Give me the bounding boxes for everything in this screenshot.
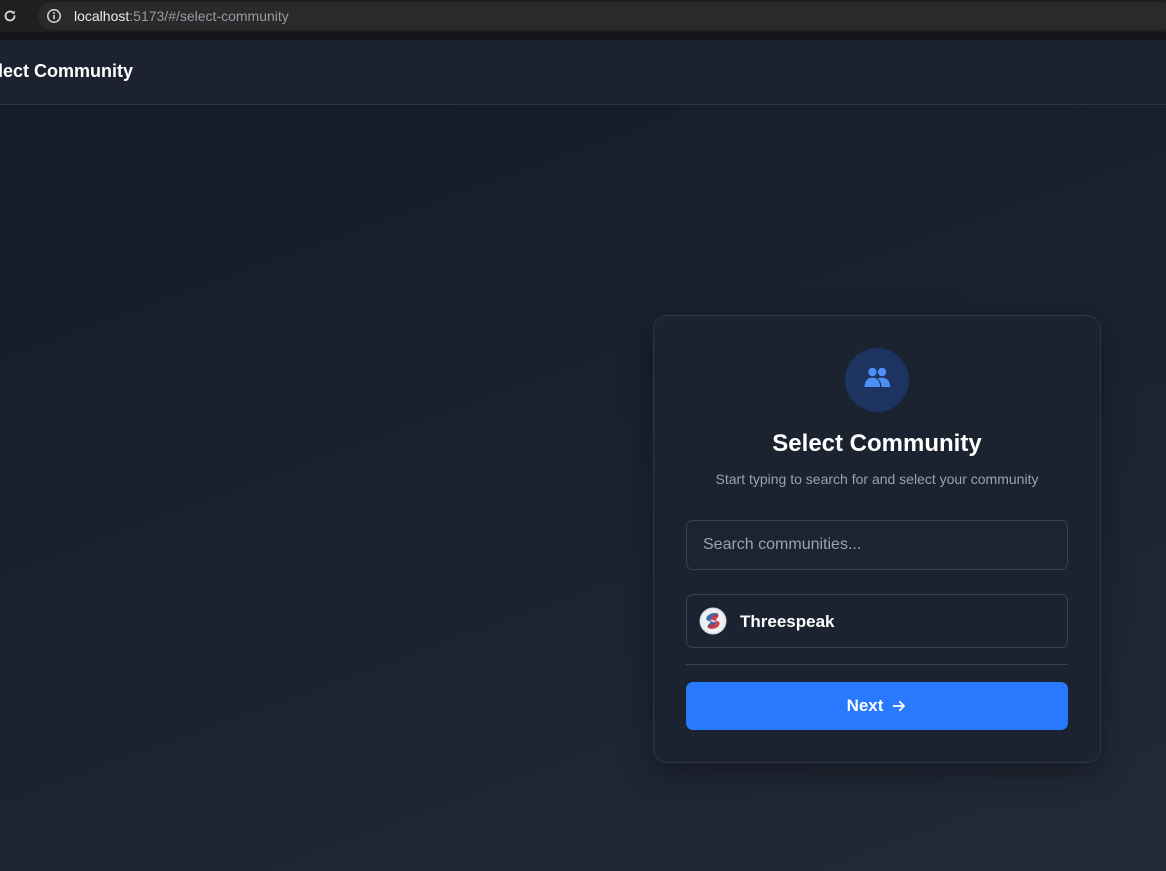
next-button-label: Next	[846, 696, 884, 715]
card-icon-badge	[845, 348, 909, 412]
community-item-threespeak[interactable]: Threespeak	[686, 594, 1068, 648]
site-info-icon[interactable]	[46, 8, 62, 24]
users-icon	[862, 363, 892, 398]
threespeak-logo-icon	[699, 607, 727, 635]
divider	[686, 664, 1068, 665]
page-title: elect Community	[0, 61, 134, 81]
app-header: elect Community	[0, 40, 1166, 105]
url-host: localhost	[74, 8, 130, 24]
community-name: Threespeak	[740, 612, 835, 631]
browser-toolbar: localhost:5173/#/select-community	[0, 0, 1166, 32]
reload-icon[interactable]	[2, 8, 18, 24]
url-text[interactable]: localhost:5173/#/select-community	[74, 8, 289, 24]
url-path: :5173/#/select-community	[129, 8, 289, 24]
select-community-card: Select Community Start typing to search …	[653, 315, 1101, 763]
arrow-right-icon	[891, 698, 907, 714]
next-button[interactable]: Next	[686, 682, 1068, 730]
card-subtitle: Start typing to search for and select yo…	[715, 471, 1039, 487]
card-title: Select Community	[772, 430, 982, 457]
toolbar-divider	[0, 32, 1166, 40]
search-input[interactable]	[686, 520, 1068, 570]
